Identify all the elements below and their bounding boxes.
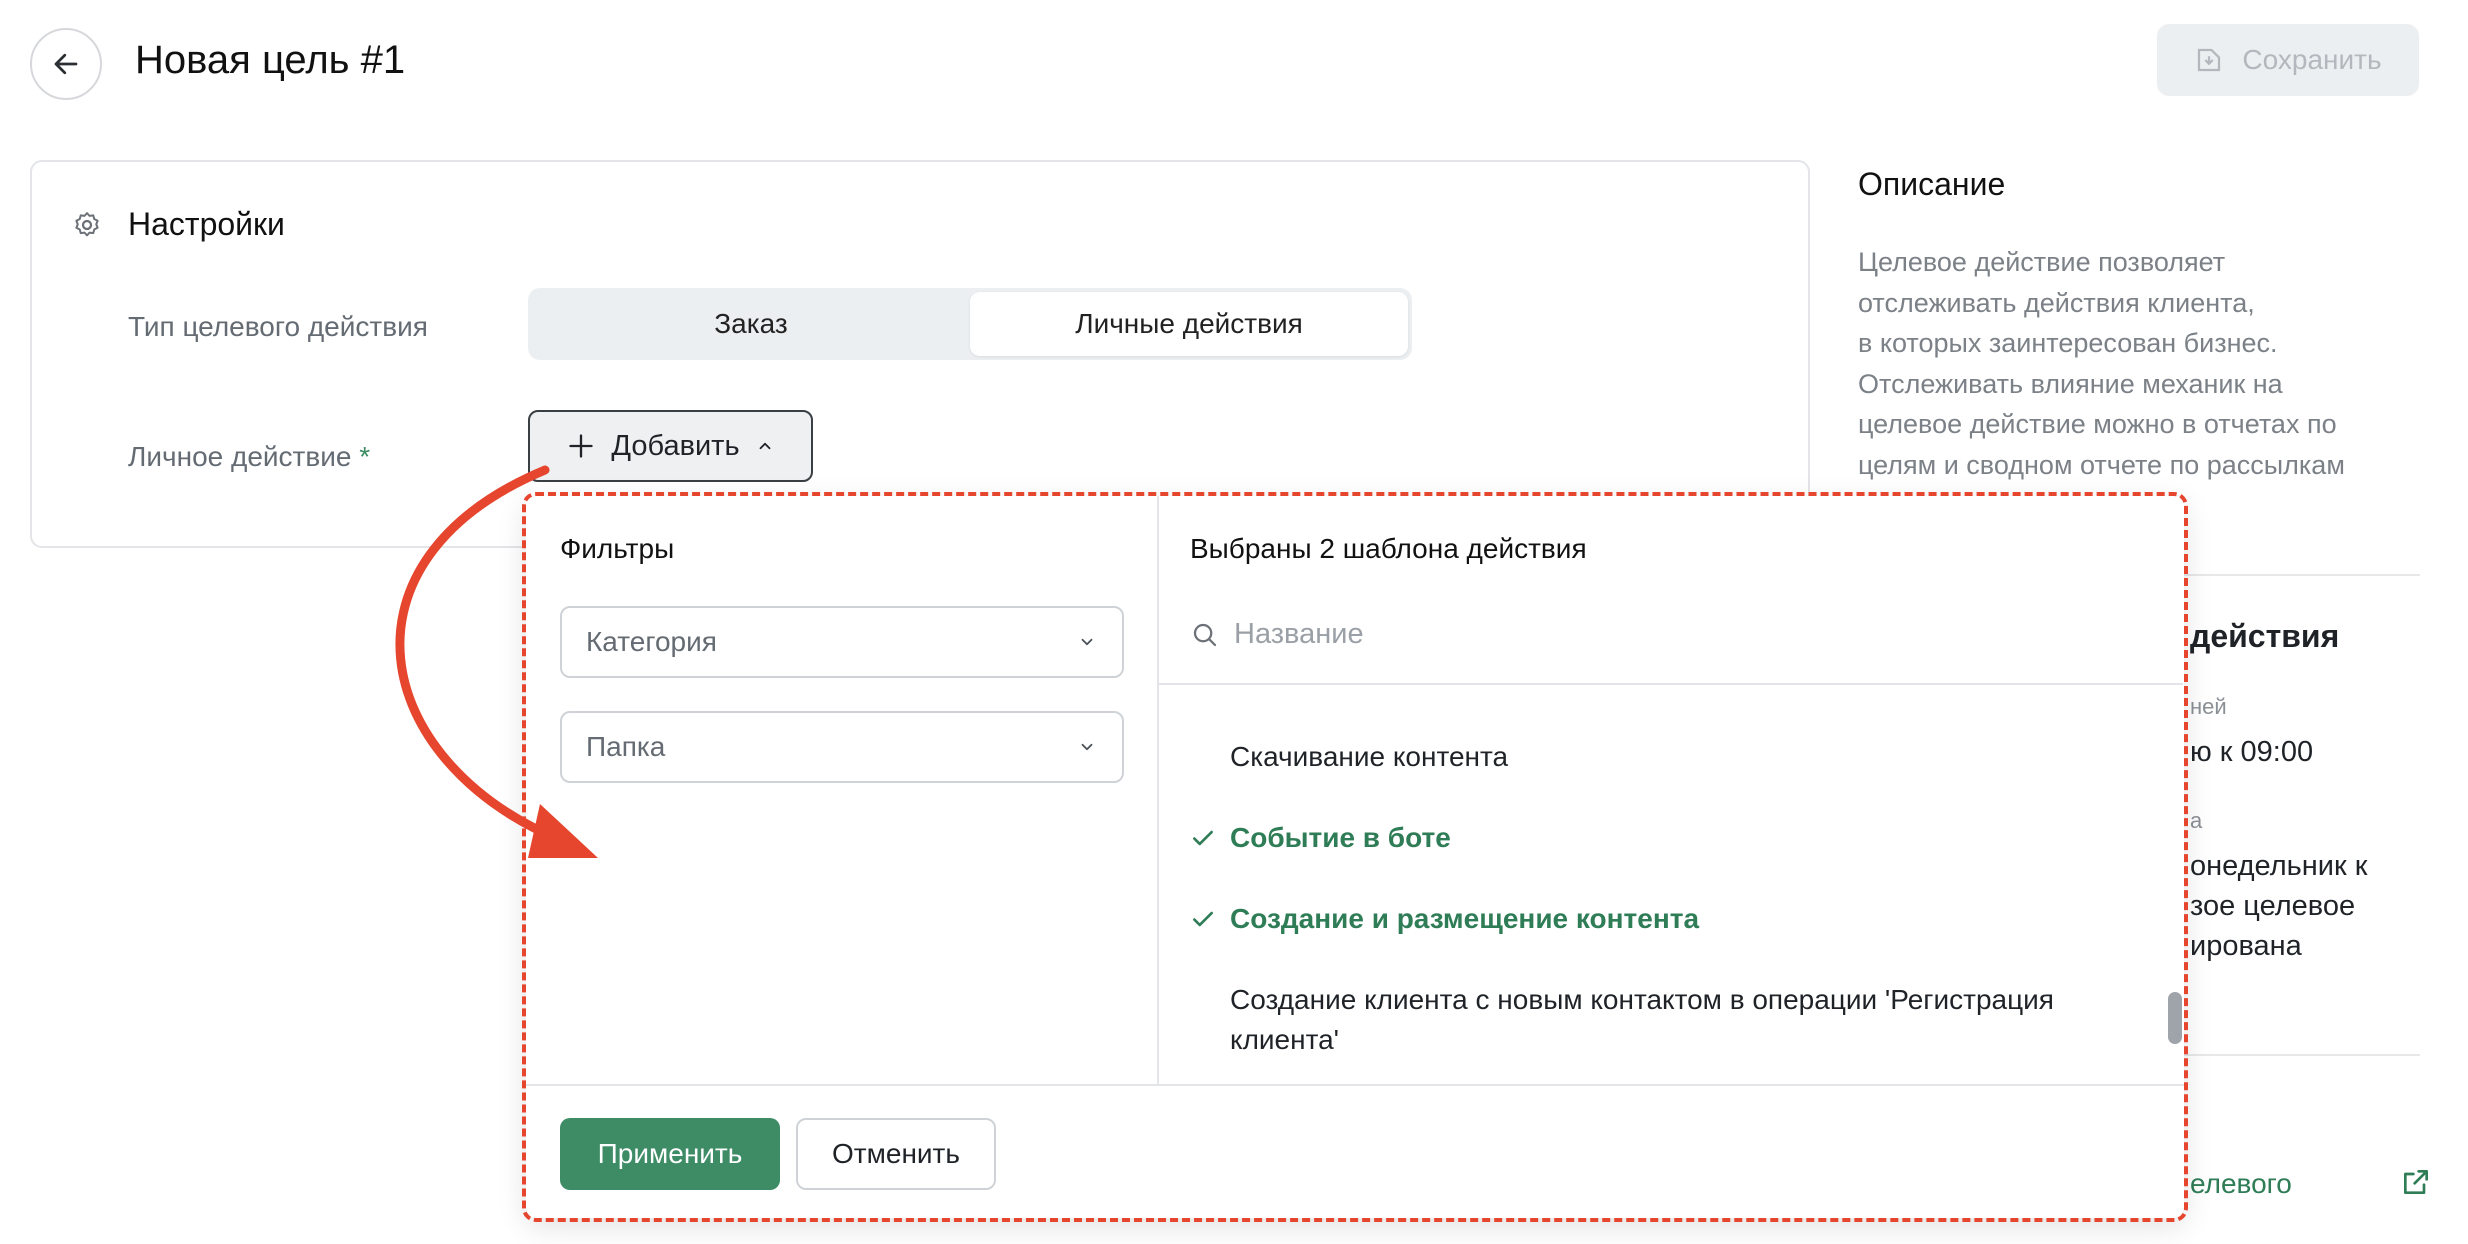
list-item[interactable]: Создание и размещение контента <box>1190 899 2170 939</box>
list-scrollbar[interactable] <box>2168 992 2182 1044</box>
save-button[interactable]: Сохранить <box>2157 24 2419 96</box>
search-placeholder: Название <box>1234 618 1364 650</box>
list-item[interactable]: Событие в боте <box>1190 818 2170 858</box>
footer-divider <box>526 1084 2184 1086</box>
required-mark: * <box>359 441 371 472</box>
partial-small-label: ней <box>2190 694 2227 719</box>
check-icon <box>1190 899 1230 939</box>
segment-order[interactable]: Заказ <box>532 292 970 356</box>
cancel-button[interactable]: Отменить <box>796 1118 996 1190</box>
settings-header: Настройки <box>72 206 285 243</box>
check-icon <box>1190 818 1230 858</box>
partial-small-label-2: а <box>2190 808 2203 833</box>
list-item[interactable]: Создание клиента с новым контактом в опе… <box>1190 980 2170 1060</box>
page-title: Новая цель #1 <box>135 38 406 82</box>
description-text: Целевое действие позволяет отслеживать д… <box>1858 247 2345 480</box>
target-type-label: Тип целевого действия <box>128 311 428 342</box>
folder-select[interactable]: Папка <box>560 711 1124 783</box>
panel-vertical-divider <box>1157 496 1159 1084</box>
partial-link[interactable]: елевого <box>2190 1168 2292 1200</box>
save-button-label: Сохранить <box>2242 44 2382 75</box>
category-select[interactable]: Категория <box>560 606 1124 678</box>
external-link-icon[interactable] <box>2400 1166 2432 1203</box>
arrow-left-icon <box>54 53 78 75</box>
chevron-up-icon <box>759 442 770 450</box>
settings-title: Настройки <box>128 206 285 242</box>
selected-count-title: Выбраны 2 шаблона действия <box>1190 533 1587 564</box>
chevron-down-icon <box>1081 638 1093 646</box>
save-icon <box>2198 48 2221 72</box>
apply-button[interactable]: Применить <box>560 1118 780 1190</box>
filters-title: Фильтры <box>560 533 675 564</box>
target-type-segmented-control: Заказ Личные действия <box>528 288 1412 360</box>
search-divider <box>1159 683 2183 685</box>
back-button[interactable] <box>30 28 102 100</box>
personal-action-label: Личное действие * <box>128 441 371 472</box>
gear-icon <box>75 211 99 236</box>
partial-schedule-value: ю к 09:00 <box>2190 736 2314 768</box>
search-icon <box>1193 623 1217 646</box>
add-button-label: Добавить <box>611 429 740 462</box>
chevron-down-icon <box>1081 743 1093 751</box>
search-input[interactable]: Название <box>1190 618 1364 651</box>
segment-personal-actions[interactable]: Личные действия <box>970 292 1408 356</box>
plus-icon <box>569 434 594 458</box>
list-item[interactable]: Скачивание контента <box>1190 737 2170 777</box>
add-button[interactable]: Добавить <box>528 410 813 482</box>
partial-section-heading: действия <box>2190 618 2340 654</box>
partial-text-block: онедельник к зое целевое ирована <box>2190 850 2368 962</box>
description-title: Описание <box>1858 166 2006 202</box>
